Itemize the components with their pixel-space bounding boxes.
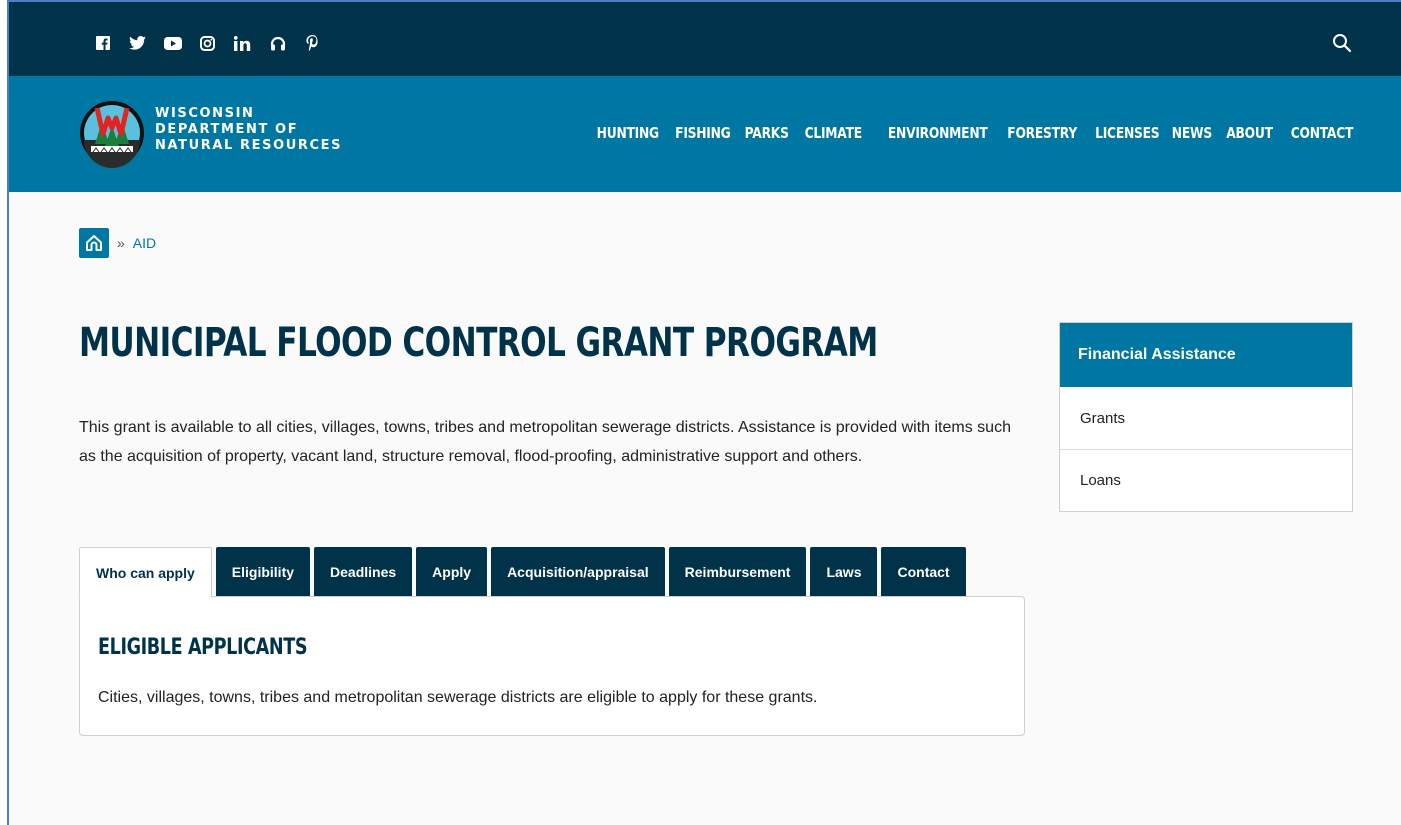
org-name-line3: NATURAL RESOURCES (155, 138, 343, 153)
tab-list: Who can apply Eligibility Deadlines Appl… (79, 547, 966, 598)
pinterest-icon[interactable] (295, 32, 330, 54)
panel-text: Cities, villages, towns, tribes and metr… (98, 689, 818, 706)
main-nav: HUNTING FISHING PARKS CLIMATE ENVIRONMEN… (583, 124, 1353, 142)
nav-environment[interactable]: ENVIRONMENT (888, 124, 988, 142)
nav-hunting[interactable]: HUNTING (597, 124, 659, 142)
instagram-icon[interactable] (190, 32, 225, 54)
panel-heading: ELIGIBLE APPLICANTS (98, 635, 308, 660)
podcast-icon[interactable] (260, 32, 295, 54)
dnr-logo-icon[interactable] (79, 98, 145, 168)
tab-apply[interactable]: Apply (416, 547, 488, 597)
org-name-line2: DEPARTMENT OF (155, 122, 299, 137)
nav-forestry[interactable]: FORESTRY (1007, 124, 1077, 142)
sidebar-item-grants[interactable]: Grants (1060, 387, 1352, 449)
nav-climate[interactable]: CLIMATE (805, 124, 863, 142)
sidebar-heading[interactable]: Financial Assistance (1060, 323, 1352, 387)
search-icon[interactable] (1331, 32, 1353, 54)
org-name[interactable]: WISCONSIN DEPARTMENT OF NATURAL RESOURCE… (155, 106, 342, 154)
twitter-icon[interactable] (120, 32, 155, 54)
nav-parks[interactable]: PARKS (744, 124, 788, 142)
nav-licenses[interactable]: LICENSES (1095, 124, 1160, 142)
linkedin-icon[interactable] (225, 32, 260, 54)
tab-deadlines[interactable]: Deadlines (314, 547, 413, 597)
tab-laws[interactable]: Laws (810, 547, 878, 597)
page-title: MUNICIPAL FLOOD CONTROL GRANT PROGRAM (79, 320, 878, 366)
home-icon[interactable] (79, 228, 109, 258)
breadcrumb: » AID (79, 228, 156, 258)
breadcrumb-link-aid[interactable]: AID (133, 235, 156, 251)
main-header: WISCONSIN DEPARTMENT OF NATURAL RESOURCE… (9, 76, 1401, 192)
tab-panel: ELIGIBLE APPLICANTS Cities, villages, to… (79, 596, 1025, 736)
nav-contact[interactable]: CONTACT (1291, 124, 1354, 142)
social-bar (9, 2, 1401, 76)
browser-frame: WISCONSIN DEPARTMENT OF NATURAL RESOURCE… (7, 0, 1401, 825)
tab-acquisition-appraisal[interactable]: Acquisition/appraisal (491, 547, 665, 597)
sidebar-item-loans[interactable]: Loans (1060, 449, 1352, 511)
youtube-icon[interactable] (155, 32, 190, 54)
nav-fishing[interactable]: FISHING (675, 124, 731, 142)
nav-about[interactable]: ABOUT (1226, 124, 1273, 142)
tab-contact[interactable]: Contact (881, 547, 966, 597)
tab-reimbursement[interactable]: Reimbursement (668, 547, 807, 597)
breadcrumb-separator: » (117, 235, 125, 251)
tab-eligibility[interactable]: Eligibility (215, 547, 311, 597)
social-links (85, 32, 330, 54)
nav-news[interactable]: NEWS (1172, 124, 1212, 142)
org-name-line1: WISCONSIN (155, 106, 255, 121)
intro-text: This grant is available to all cities, v… (79, 419, 1011, 465)
tab-who-can-apply[interactable]: Who can apply (79, 547, 212, 598)
sidebar-financial-assistance: Financial Assistance Grants Loans (1059, 322, 1353, 512)
facebook-icon[interactable] (85, 32, 120, 54)
